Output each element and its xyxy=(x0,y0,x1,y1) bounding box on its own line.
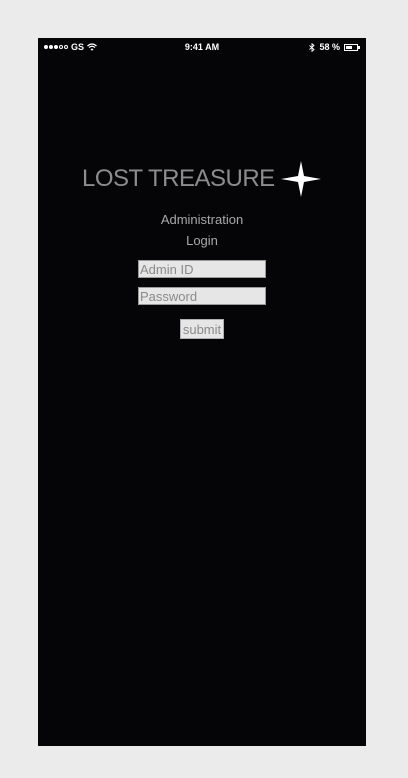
heading-login: Login xyxy=(186,233,218,248)
battery-nub xyxy=(358,45,360,49)
login-heading: Administration Login xyxy=(120,209,284,251)
battery-icon xyxy=(344,43,358,51)
logo-text: LOST TREASURE xyxy=(82,165,275,192)
submit-button[interactable]: submit xyxy=(180,319,224,339)
app-logo: LOST TREASURE xyxy=(82,161,322,197)
phone-screen: GS 9:41 AM 58 % LOST TREASURE Administra… xyxy=(38,38,366,746)
battery-level xyxy=(346,45,352,49)
bluetooth-icon xyxy=(309,42,316,52)
admin-id-input[interactable] xyxy=(138,260,266,278)
heading-administration: Administration xyxy=(160,212,244,227)
four-point-star-icon xyxy=(280,161,321,197)
password-input[interactable] xyxy=(138,287,266,305)
status-right: 58 % xyxy=(309,42,360,52)
status-bar: GS 9:41 AM 58 % xyxy=(38,38,366,56)
battery-percentage: 58 % xyxy=(319,42,340,52)
